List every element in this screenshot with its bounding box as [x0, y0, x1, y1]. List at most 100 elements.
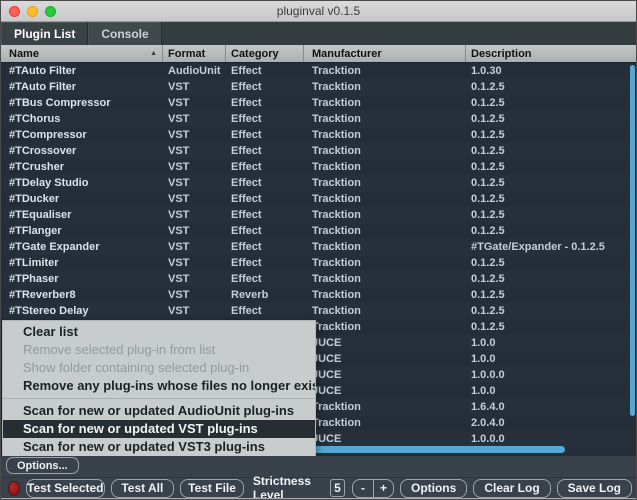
cell-category: Effect: [226, 177, 304, 189]
table-row[interactable]: #TDelay Studio VST Effect Tracktion 0.1.…: [1, 175, 636, 191]
tab-console[interactable]: Console: [88, 22, 161, 45]
strictness-increment-button[interactable]: +: [373, 479, 394, 498]
cell-manufacturer: Tracktion: [304, 321, 466, 333]
cell-manufacturer: JUCE: [304, 369, 466, 381]
cell-description: 0.1.2.5: [466, 97, 636, 109]
column-header-format[interactable]: Format: [163, 45, 226, 62]
window-title: pluginval v0.1.5: [1, 4, 636, 18]
cell-name: #TStereo Delay: [1, 305, 163, 317]
cell-name: #TBus Compressor: [1, 97, 163, 109]
vertical-scrollbar[interactable]: [630, 65, 635, 416]
cell-category: Effect: [226, 225, 304, 237]
clear-log-button[interactable]: Clear Log: [473, 479, 550, 498]
cell-manufacturer: Tracktion: [304, 145, 466, 157]
cell-manufacturer: JUCE: [304, 353, 466, 365]
cell-name: #TEqualiser: [1, 209, 163, 221]
cell-name: #TDelay Studio: [1, 177, 163, 189]
table-row[interactable]: #TAuto Filter AudioUnit Effect Tracktion…: [1, 63, 636, 79]
test-file-button[interactable]: Test File: [180, 479, 244, 498]
toolbar: Test Selected Test All Test File Strictn…: [1, 477, 636, 498]
cell-manufacturer: JUCE: [304, 385, 466, 397]
cell-description: 0.1.2.5: [466, 193, 636, 205]
table-row[interactable]: #TStereo Delay VST Effect Tracktion 0.1.…: [1, 303, 636, 319]
cell-description: 1.6.4.0: [466, 401, 636, 413]
table-row[interactable]: #TFlanger VST Effect Tracktion 0.1.2.5: [1, 223, 636, 239]
cell-category: Effect: [226, 193, 304, 205]
cell-category: Effect: [226, 81, 304, 93]
cell-description: 1.0.0: [466, 385, 636, 397]
log-button-group: Options Clear Log Save Log: [394, 479, 632, 498]
cell-name: #TChorus: [1, 113, 163, 125]
table-row[interactable]: #TPhaser VST Effect Tracktion 0.1.2.5: [1, 271, 636, 287]
table-row[interactable]: #TEqualiser VST Effect Tracktion 0.1.2.5: [1, 207, 636, 223]
menu-item[interactable]: Scan for new or updated VST3 plug-ins: [3, 438, 315, 456]
test-selected-button[interactable]: Test Selected: [26, 479, 104, 498]
cell-description: 0.1.2.5: [466, 145, 636, 157]
table-row[interactable]: #TGate Expander VST Effect Tracktion #TG…: [1, 239, 636, 255]
horizontal-scrollbar[interactable]: [314, 446, 565, 453]
cell-name: #TAuto Filter: [1, 65, 163, 77]
cell-description: 1.0.0.0: [466, 433, 636, 445]
cell-manufacturer: Tracktion: [304, 113, 466, 125]
cell-format: VST: [163, 209, 226, 221]
cell-manufacturer: Tracktion: [304, 193, 466, 205]
cell-manufacturer: Tracktion: [304, 129, 466, 141]
options-ellipsis-button[interactable]: Options...: [6, 457, 79, 474]
table-row[interactable]: #TCrusher VST Effect Tracktion 0.1.2.5: [1, 159, 636, 175]
menu-item[interactable]: Scan for new or updated VST plug-ins: [3, 420, 315, 438]
column-header-manufacturer[interactable]: Manufacturer: [304, 45, 466, 62]
cell-format: VST: [163, 305, 226, 317]
menu-item: Show folder containing selected plug-in: [3, 359, 315, 377]
cell-category: Effect: [226, 273, 304, 285]
table-row[interactable]: #TDucker VST Effect Tracktion 0.1.2.5: [1, 191, 636, 207]
cell-manufacturer: Tracktion: [304, 289, 466, 301]
cell-format: VST: [163, 161, 226, 173]
cell-description: 0.1.2.5: [466, 257, 636, 269]
table-row[interactable]: #TLimiter VST Effect Tracktion 0.1.2.5: [1, 255, 636, 271]
cell-format: VST: [163, 257, 226, 269]
column-header-description[interactable]: Description: [466, 45, 636, 62]
cell-name: #TLimiter: [1, 257, 163, 269]
save-log-button[interactable]: Save Log: [557, 479, 632, 498]
table-row[interactable]: #TCompressor VST Effect Tracktion 0.1.2.…: [1, 127, 636, 143]
cell-name: #TCompressor: [1, 129, 163, 141]
cell-description: #TGate/Expander - 0.1.2.5: [466, 241, 636, 253]
strictness-level-label: Strictness Level: [253, 474, 324, 500]
cell-description: 0.1.2.5: [466, 81, 636, 93]
cell-category: Effect: [226, 145, 304, 157]
cell-manufacturer: Tracktion: [304, 241, 466, 253]
cell-description: 1.0.0: [466, 353, 636, 365]
cell-format: VST: [163, 177, 226, 189]
column-header-category[interactable]: Category: [226, 45, 304, 62]
table-header: Name ▲ Format Category Manufacturer Desc…: [1, 45, 636, 63]
connection-status-light: [8, 481, 20, 496]
test-all-button[interactable]: Test All: [111, 479, 175, 498]
strictness-value-field[interactable]: 5: [330, 479, 345, 497]
menu-item[interactable]: Clear list: [3, 323, 315, 341]
cell-category: Effect: [226, 305, 304, 317]
cell-category: Effect: [226, 65, 304, 77]
bottom-panel: Options... Test Selected Test All Test F…: [1, 456, 636, 498]
table-row[interactable]: #TChorus VST Effect Tracktion 0.1.2.5: [1, 111, 636, 127]
cell-format: VST: [163, 289, 226, 301]
cell-manufacturer: Tracktion: [304, 225, 466, 237]
menu-item[interactable]: Scan for new or updated AudioUnit plug-i…: [3, 402, 315, 420]
column-header-name[interactable]: Name ▲: [1, 45, 163, 62]
table-row[interactable]: #TAuto Filter VST Effect Tracktion 0.1.2…: [1, 79, 636, 95]
options-button[interactable]: Options: [400, 479, 467, 498]
strictness-decrement-button[interactable]: -: [352, 479, 373, 498]
context-menu: Clear listRemove selected plug-in from l…: [2, 320, 316, 459]
cell-description: 0.1.2.5: [466, 321, 636, 333]
cell-description: 1.0.0: [466, 337, 636, 349]
table-row[interactable]: #TBus Compressor VST Effect Tracktion 0.…: [1, 95, 636, 111]
menu-item[interactable]: Remove any plug-ins whose files no longe…: [3, 377, 315, 395]
table-row[interactable]: #TReverber8 VST Reverb Tracktion 0.1.2.5: [1, 287, 636, 303]
tab-plugin-list[interactable]: Plugin List: [1, 22, 88, 45]
cell-manufacturer: Tracktion: [304, 305, 466, 317]
menu-item: Remove selected plug-in from list: [3, 341, 315, 359]
cell-description: 0.1.2.5: [466, 161, 636, 173]
table-row[interactable]: #TCrossover VST Effect Tracktion 0.1.2.5: [1, 143, 636, 159]
cell-format: VST: [163, 81, 226, 93]
tab-bar: Plugin List Console: [1, 22, 636, 45]
cell-manufacturer: JUCE: [304, 337, 466, 349]
